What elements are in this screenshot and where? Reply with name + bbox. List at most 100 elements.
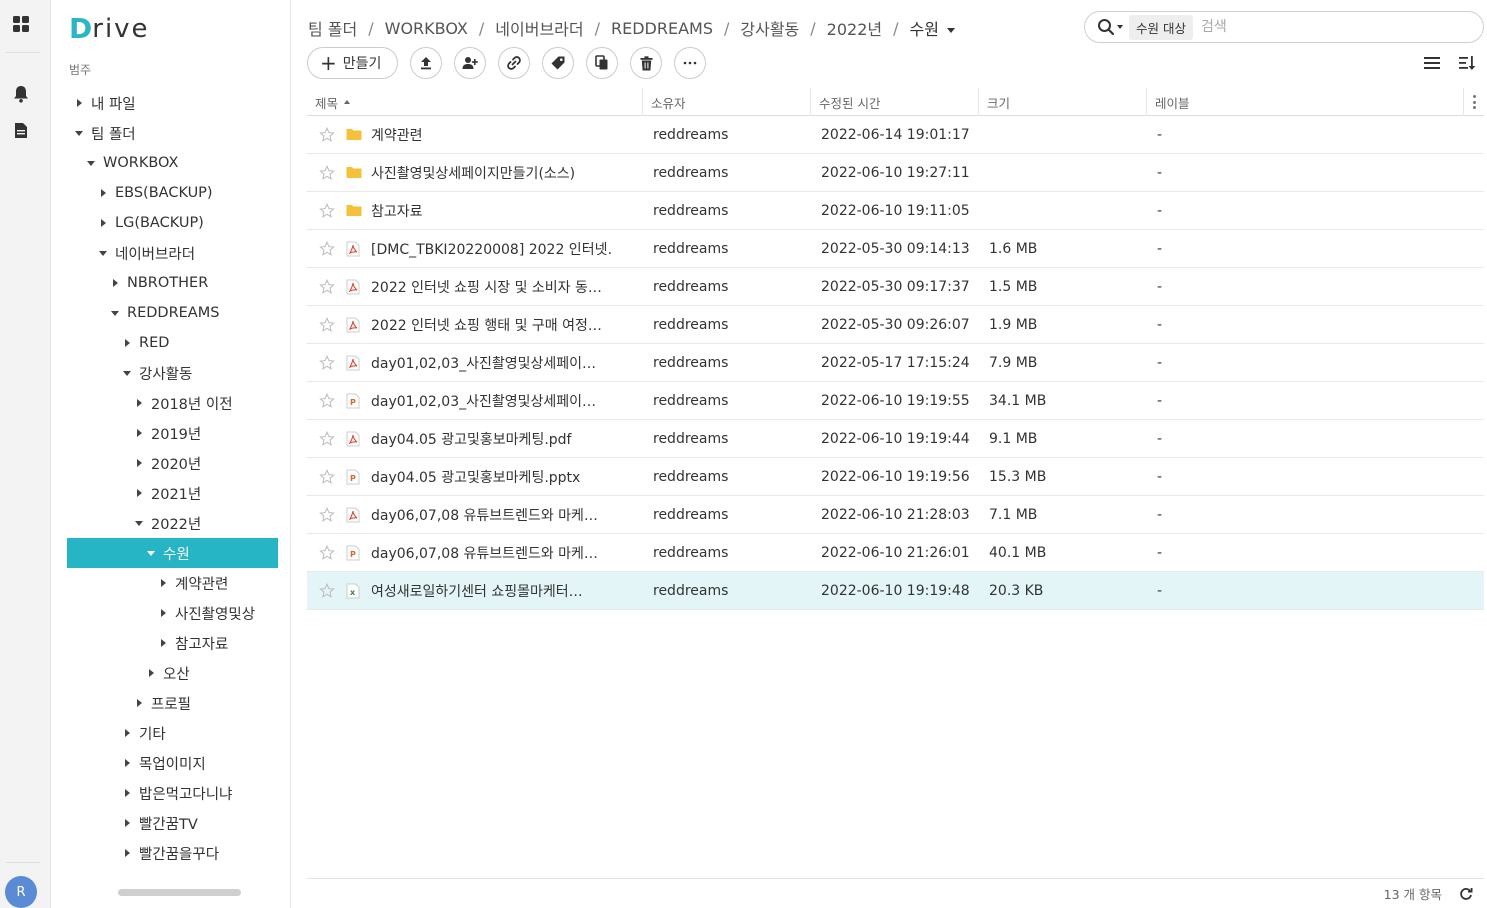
table-row[interactable]: day01,02,03_사진촬영및상세페이… reddreams 2022-05-1… [307, 344, 1484, 382]
caret-right-icon[interactable] [97, 217, 109, 229]
file-name[interactable]: day04.05 광고및홍보마케팅.pptx [371, 458, 611, 496]
star-icon[interactable] [319, 544, 335, 561]
tree-item[interactable]: 2019년 [67, 418, 282, 448]
file-name[interactable]: [DMC_TBKI20220008] 2022 인터넷… [371, 230, 611, 268]
star-icon[interactable] [319, 240, 335, 257]
caret-right-icon[interactable] [121, 787, 133, 799]
breadcrumb-workbox[interactable]: WORKBOX [385, 19, 468, 38]
tree-item[interactable]: 강사활동 [67, 358, 282, 388]
star-icon[interactable] [319, 468, 335, 485]
star-icon[interactable] [319, 354, 335, 371]
file-name[interactable]: day06,07,08 유튜브트렌드와 마케… [371, 496, 611, 534]
file-name[interactable]: day06,07,08 유튜브트렌드와 마케… [371, 534, 611, 572]
breadcrumb-current-folder[interactable]: 수원 [910, 16, 955, 40]
caret-right-icon[interactable] [121, 727, 133, 739]
table-row[interactable]: day06,07,08 유튜브트렌드와 마케… reddreams 2022-06-… [307, 496, 1484, 534]
caret-down-icon[interactable] [109, 307, 121, 319]
sort-button[interactable] [1456, 52, 1478, 74]
tree-item[interactable]: RED [67, 328, 282, 358]
column-header-label[interactable]: 레이블 [1147, 88, 1464, 116]
tree-item[interactable]: 팀 폴더 [67, 118, 282, 148]
caret-right-icon[interactable] [97, 187, 109, 199]
caret-down-icon[interactable] [85, 157, 97, 169]
file-name[interactable]: 2022 인터넷 쇼핑 행태 및 구매 여정… [371, 306, 611, 344]
caret-right-icon[interactable] [133, 487, 145, 499]
caret-right-icon[interactable] [133, 427, 145, 439]
table-row[interactable]: Pday04.05 광고및홍보마케팅.pptx reddreams 2022-06-… [307, 458, 1484, 496]
tree-item[interactable]: 2021년 [67, 478, 282, 508]
copy-button[interactable] [586, 47, 619, 79]
table-row[interactable]: x 여성새로일하기센터 쇼핑몰마케터… reddreams 2022-06-10 19… [307, 572, 1484, 610]
tree-item[interactable]: 빨간꿈을꾸다 [67, 838, 282, 868]
caret-right-icon[interactable] [121, 757, 133, 769]
search-scope-chip[interactable]: 수원 대상 [1129, 14, 1193, 40]
file-name[interactable]: 2022 인터넷 쇼핑 시장 및 소비자 동… [371, 268, 611, 306]
caret-right-icon[interactable] [73, 97, 85, 109]
table-row[interactable]: 참고자료 reddreams 2022-06-10 19:11:05 - [307, 192, 1484, 230]
tree-item[interactable]: 오산 [67, 658, 282, 688]
refresh-icon[interactable] [1459, 886, 1475, 902]
caret-right-icon[interactable] [133, 457, 145, 469]
breadcrumb-reddreams[interactable]: REDDREAMS [611, 19, 713, 38]
caret-right-icon[interactable] [145, 667, 157, 679]
copy-link-button[interactable] [498, 47, 531, 79]
caret-right-icon[interactable] [133, 397, 145, 409]
column-header-size[interactable]: 크기 [979, 88, 1147, 116]
tree-item[interactable]: NBROTHER [67, 268, 282, 298]
tree-item[interactable]: 네이버브라더 [67, 238, 282, 268]
caret-down-icon[interactable] [133, 517, 145, 529]
file-name[interactable]: 사진촬영및상세페이지만들기(소스) [371, 154, 611, 192]
caret-right-icon[interactable] [157, 577, 169, 589]
search-options-chevron-icon[interactable] [1117, 25, 1123, 29]
more-options-button[interactable] [674, 47, 707, 79]
create-button[interactable]: + 만들기 [307, 47, 399, 79]
tree-item[interactable]: EBS(BACKUP) [67, 178, 282, 208]
table-row[interactable]: 계약관련 reddreams 2022-06-14 19:01:17 - [307, 116, 1484, 154]
caret-down-icon[interactable] [73, 127, 85, 139]
table-row[interactable]: 2022 인터넷 쇼핑 행태 및 구매 여정… reddreams 2022-05-… [307, 306, 1484, 344]
search-icon[interactable] [1097, 18, 1115, 36]
search-input[interactable] [1200, 19, 1431, 35]
user-avatar[interactable]: R [5, 876, 37, 908]
caret-right-icon[interactable] [121, 337, 133, 349]
caret-right-icon[interactable] [121, 847, 133, 859]
caret-right-icon[interactable] [157, 637, 169, 649]
table-row[interactable]: [DMC_TBKI20220008] 2022 인터넷… reddreams 202… [307, 230, 1484, 268]
tree-item[interactable]: 사진촬영및상 [67, 598, 282, 628]
tree-item[interactable]: 기타 [67, 718, 282, 748]
tree-item[interactable]: REDDREAMS [67, 298, 282, 328]
star-icon[interactable] [319, 582, 335, 599]
caret-down-icon[interactable] [97, 247, 109, 259]
file-name[interactable]: 여성새로일하기센터 쇼핑몰마케터… [371, 572, 611, 610]
file-name[interactable]: 참고자료 [371, 192, 611, 230]
table-row[interactable]: 사진촬영및상세페이지만들기(소스) reddreams 2022-06-10 19:… [307, 154, 1484, 192]
tree-item[interactable]: 목업이미지 [67, 748, 282, 778]
star-icon[interactable] [319, 202, 335, 219]
star-icon[interactable] [319, 430, 335, 447]
column-header-name[interactable]: 제목 [307, 88, 643, 116]
star-icon[interactable] [319, 164, 335, 181]
caret-down-icon[interactable] [121, 367, 133, 379]
notification-bell-icon[interactable] [11, 84, 31, 104]
drive-logo[interactable]: D rive [69, 14, 150, 44]
breadcrumb-team-folder[interactable]: 팀 폴더 [308, 16, 357, 40]
star-icon[interactable] [319, 278, 335, 295]
tree-item[interactable]: WORKBOX [67, 148, 282, 178]
label-button[interactable] [542, 47, 575, 79]
breadcrumb-2022[interactable]: 2022년 [827, 16, 882, 40]
share-user-button[interactable] [454, 47, 487, 79]
document-icon[interactable] [11, 120, 31, 140]
caret-right-icon[interactable] [157, 607, 169, 619]
caret-right-icon[interactable] [121, 817, 133, 829]
table-row[interactable]: day04.05 광고및홍보마케팅.pdf reddreams 2022-06-10… [307, 420, 1484, 458]
table-row[interactable]: Pday06,07,08 유튜브트렌드와 마케… reddreams 2022-06… [307, 534, 1484, 572]
file-name[interactable]: day04.05 광고및홍보마케팅.pdf [371, 420, 611, 458]
tree-item[interactable]: 2022년 [67, 508, 282, 538]
tree-item[interactable]: 참고자료 [67, 628, 282, 658]
sidebar-horizontal-scrollbar[interactable] [118, 889, 241, 896]
tree-item[interactable]: 수원 [67, 538, 278, 568]
star-icon[interactable] [319, 506, 335, 523]
list-view-button[interactable] [1421, 52, 1443, 74]
column-settings-kebab-icon[interactable] [1473, 95, 1476, 109]
table-row[interactable]: 2022 인터넷 쇼핑 시장 및 소비자 동… reddreams 2022-05-… [307, 268, 1484, 306]
